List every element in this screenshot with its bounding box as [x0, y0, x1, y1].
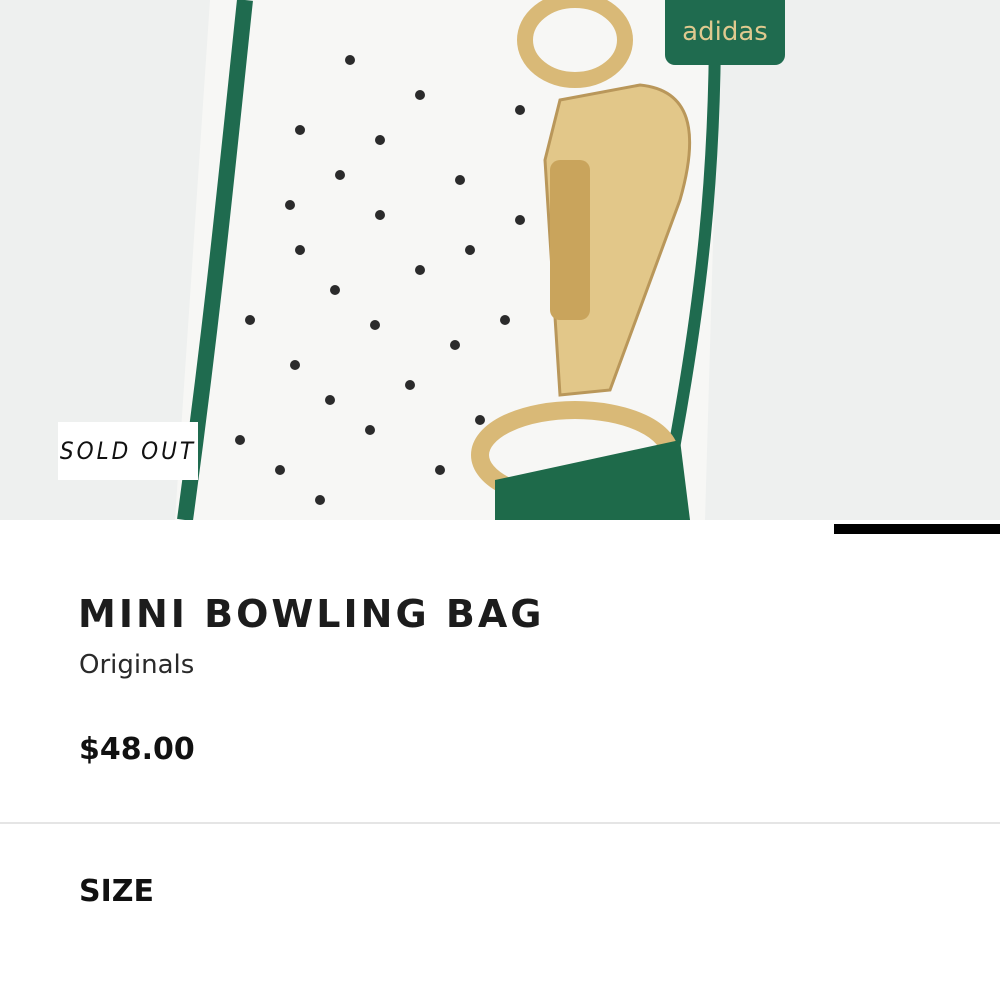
product-price: $48.00: [79, 732, 195, 767]
product-subtitle: Originals: [79, 650, 195, 680]
section-divider: [0, 822, 1000, 824]
product-image[interactable]: adidas SOLD OUT: [0, 0, 1000, 520]
image-carousel-indicator[interactable]: [834, 524, 1000, 534]
sold-out-badge: SOLD OUT: [58, 422, 198, 480]
product-title: MINI BOWLING BAG: [78, 592, 545, 636]
size-section-heading: SIZE: [79, 874, 155, 909]
svg-text:adidas: adidas: [682, 17, 768, 47]
